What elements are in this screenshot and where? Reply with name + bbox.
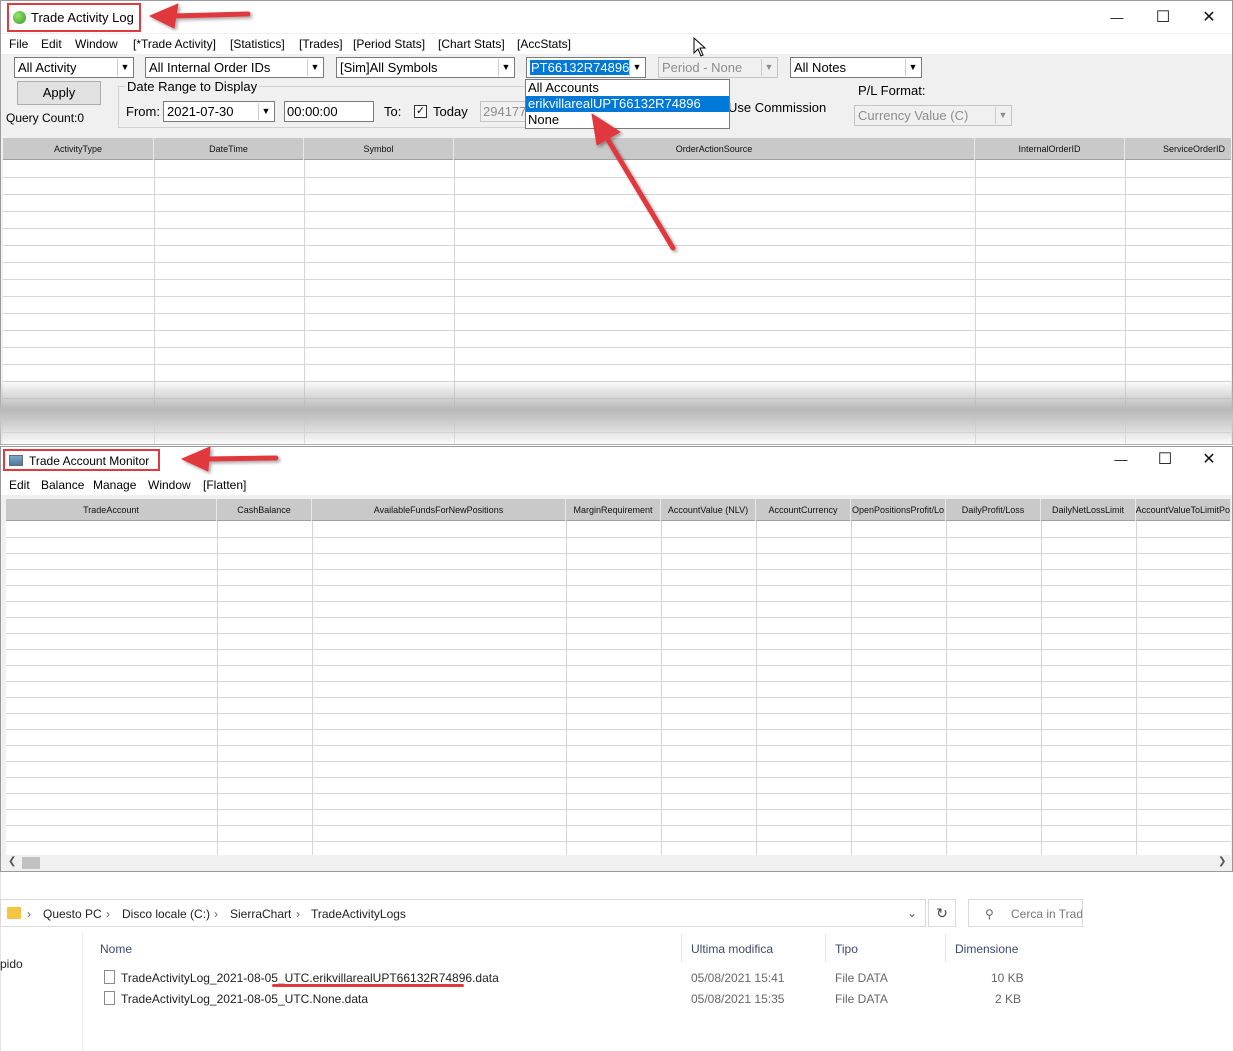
arrow-head	[181, 446, 211, 472]
arrow-annotation	[604, 135, 676, 251]
arrow-annotation	[203, 455, 279, 462]
annotation-arrows	[149, 3, 676, 472]
arrow-head	[591, 113, 621, 146]
arrow-annotation	[169, 11, 251, 19]
arrow-head	[149, 3, 179, 29]
